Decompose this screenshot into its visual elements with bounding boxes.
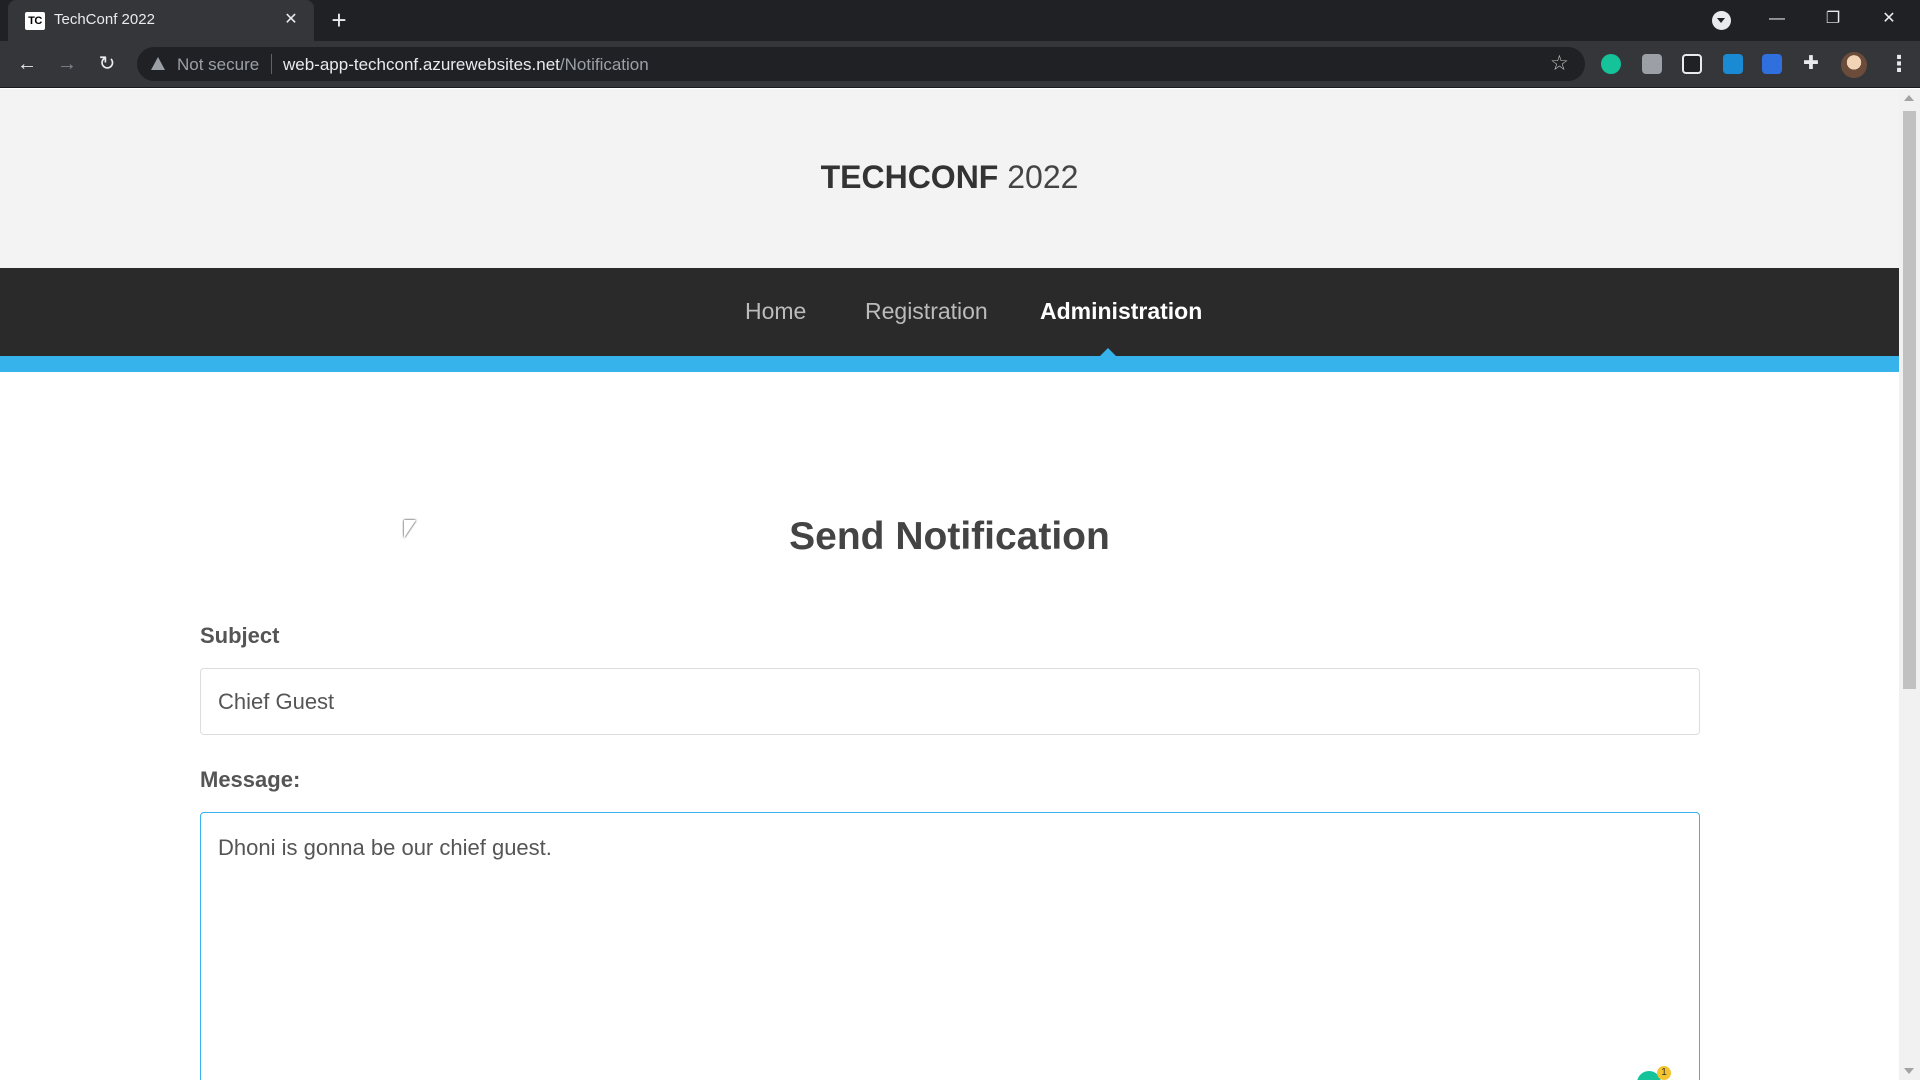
scroll-up-arrow-icon[interactable] — [1904, 95, 1914, 101]
minimize-icon[interactable]: — — [1754, 4, 1800, 34]
new-tab-icon[interactable]: + — [325, 7, 353, 35]
site-favicon-icon: TC — [25, 12, 45, 30]
scroll-thumb[interactable] — [1903, 111, 1916, 689]
extension-icon[interactable] — [1723, 54, 1743, 74]
tab-strip: TC TechConf 2022 ✕ + — ❐ ✕ — [0, 0, 1920, 41]
scroll-down-arrow-icon[interactable] — [1904, 1068, 1914, 1074]
window-close-icon[interactable]: ✕ — [1866, 4, 1912, 34]
nav-registration[interactable]: Registration — [865, 298, 988, 325]
main-navigation: Home Registration Administration — [0, 268, 1899, 372]
accent-stripe — [0, 356, 1899, 372]
brand-year: 2022 — [1007, 159, 1079, 195]
grammarly-count-badge: 1 — [1657, 1066, 1671, 1080]
mouse-cursor-icon — [404, 520, 416, 538]
brand-name: TECHCONF — [820, 159, 999, 195]
puzzle-extensions-icon[interactable]: ✚ — [1801, 54, 1821, 74]
grammarly-extension-icon[interactable] — [1601, 54, 1621, 74]
forward-arrow-icon[interactable]: → — [52, 49, 82, 79]
nav-administration[interactable]: Administration — [1040, 298, 1202, 325]
tab-title: TechConf 2022 — [54, 11, 155, 28]
profile-avatar[interactable] — [1841, 52, 1867, 78]
extension-icon[interactable] — [1642, 54, 1662, 74]
restore-icon[interactable]: ❐ — [1810, 4, 1856, 34]
url-path: /Notification — [559, 55, 649, 74]
message-label: Message: — [200, 767, 301, 792]
security-indicator[interactable]: Not secure — [177, 55, 259, 75]
site-header: TECHCONF 2022 — [0, 89, 1899, 268]
back-arrow-icon[interactable]: ← — [12, 49, 42, 79]
extension-icon[interactable] — [1762, 54, 1782, 74]
url-text[interactable]: web-app-techconf.azurewebsites.net/Notif… — [283, 55, 649, 75]
tab-search-icon[interactable] — [1712, 11, 1731, 30]
browser-tab[interactable]: TC TechConf 2022 ✕ — [8, 0, 314, 41]
web-page: TECHCONF 2022 Home Registration Administ… — [0, 89, 1899, 1080]
message-textarea[interactable]: Dhoni is gonna be our chief guest. — [200, 812, 1700, 1080]
page-title: Send Notification — [789, 515, 1110, 558]
extension-icon[interactable] — [1682, 54, 1702, 74]
warning-icon[interactable] — [151, 57, 165, 70]
more-menu-icon[interactable]: ⋮ — [1888, 49, 1910, 79]
site-brand[interactable]: TECHCONF 2022 — [0, 159, 1899, 196]
close-tab-icon[interactable]: ✕ — [280, 9, 302, 31]
page-scrollbar[interactable] — [1899, 89, 1920, 1080]
nav-home[interactable]: Home — [745, 298, 806, 325]
subject-input[interactable] — [200, 668, 1700, 735]
subject-label: Subject — [200, 623, 280, 648]
browser-toolbar: ← → ↻ Not secure web-app-techconf.azurew… — [0, 41, 1920, 88]
bookmark-star-icon[interactable]: ☆ — [1550, 51, 1569, 76]
url-host: web-app-techconf.azurewebsites.net — [283, 55, 560, 74]
address-bar[interactable]: Not secure web-app-techconf.azurewebsite… — [137, 47, 1585, 81]
omnibox-separator — [271, 54, 272, 74]
reload-icon[interactable]: ↻ — [92, 49, 122, 79]
